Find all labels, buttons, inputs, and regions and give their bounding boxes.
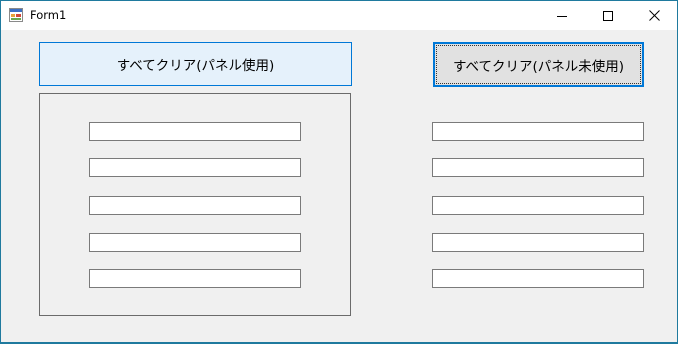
standalone-textbox-4[interactable] bbox=[432, 233, 644, 252]
close-button[interactable] bbox=[631, 1, 677, 30]
panel-textbox-2[interactable] bbox=[89, 158, 301, 177]
form-client-area: すべてクリア(パネル使用) すべてクリア(パネル未使用) bbox=[1, 30, 677, 342]
textbox-panel bbox=[39, 93, 351, 316]
close-icon bbox=[648, 10, 660, 21]
window-title: Form1 bbox=[30, 8, 67, 22]
minimize-button[interactable] bbox=[539, 1, 585, 30]
panel-textbox-1[interactable] bbox=[89, 122, 301, 141]
standalone-textbox-3[interactable] bbox=[432, 196, 644, 215]
panel-textbox-4[interactable] bbox=[89, 233, 301, 252]
form1-window: Form1 すべてクリア(パネル使用) すべてクリア(パネル未使用) bbox=[0, 0, 678, 344]
standalone-textbox-2[interactable] bbox=[432, 158, 644, 177]
clear-all-without-panel-button[interactable]: すべてクリア(パネル未使用) bbox=[433, 42, 644, 87]
focus-rectangle bbox=[436, 45, 641, 84]
minimize-icon bbox=[557, 15, 567, 17]
title-bar[interactable]: Form1 bbox=[1, 1, 677, 30]
standalone-textbox-1[interactable] bbox=[432, 122, 644, 141]
panel-textbox-3[interactable] bbox=[89, 196, 301, 215]
standalone-textbox-5[interactable] bbox=[432, 269, 644, 288]
clear-all-with-panel-button[interactable]: すべてクリア(パネル使用) bbox=[39, 42, 352, 86]
maximize-button[interactable] bbox=[585, 1, 631, 30]
maximize-icon bbox=[603, 10, 613, 21]
panel-textbox-5[interactable] bbox=[89, 269, 301, 288]
app-form-icon bbox=[9, 8, 23, 22]
